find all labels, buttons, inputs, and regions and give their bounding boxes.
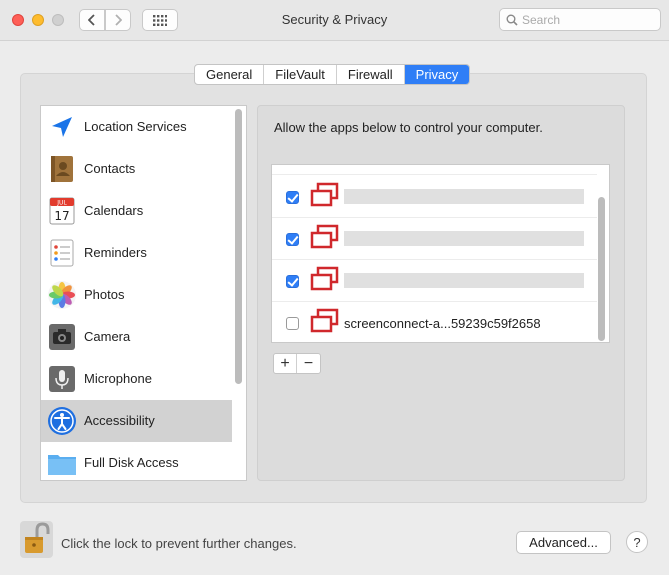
zoom-window-button[interactable] <box>52 14 64 26</box>
camera-icon <box>49 324 75 350</box>
add-remove-controls: + − <box>273 353 321 374</box>
show-all-button[interactable] <box>142 9 178 31</box>
sidebar-item-label: Contacts <box>84 161 136 176</box>
sidebar-item-contacts[interactable]: Contacts <box>41 148 232 190</box>
lock-icon[interactable] <box>20 521 53 558</box>
redacted-app-name <box>344 273 584 288</box>
sidebar-item-label: Photos <box>84 287 125 302</box>
microphone-icon <box>49 366 75 392</box>
app-checkbox[interactable] <box>286 317 299 330</box>
svg-text:JUL: JUL <box>56 200 67 207</box>
add-app-button[interactable]: + <box>274 354 297 373</box>
list-item[interactable] <box>272 218 597 260</box>
chevron-left-icon <box>88 14 95 26</box>
tab-bar: General FileVault Firewall Privacy <box>194 64 471 85</box>
back-button[interactable] <box>79 9 105 31</box>
sidebar-item-label: Reminders <box>84 245 147 260</box>
close-window-button[interactable] <box>12 14 24 26</box>
sidebar-scrollbar[interactable] <box>235 109 242 384</box>
sidebar-item-reminders[interactable]: Reminders <box>41 232 232 274</box>
app-icon <box>310 266 339 291</box>
app-list-scrollbar[interactable] <box>598 197 605 341</box>
list-item[interactable] <box>272 164 597 175</box>
chevron-right-icon <box>115 14 122 26</box>
folder-icon <box>48 455 76 475</box>
tab-privacy[interactable]: Privacy <box>404 65 470 84</box>
grid-icon <box>153 14 167 26</box>
list-item[interactable] <box>272 260 597 302</box>
title-bar: Security & Privacy <box>0 0 669 41</box>
description-text: Allow the apps below to control your com… <box>274 120 543 135</box>
reminders-list-icon <box>50 239 74 267</box>
app-checkbox[interactable] <box>286 275 299 288</box>
app-checkbox[interactable] <box>286 191 299 204</box>
sidebar-item-label: Camera <box>84 329 131 344</box>
sidebar-item-calendars[interactable]: JUL 17 Calendars <box>41 190 232 232</box>
svg-text:17: 17 <box>54 209 69 223</box>
redacted-app-name <box>344 189 584 204</box>
contacts-book-icon <box>51 156 73 182</box>
sidebar-item-microphone[interactable]: Microphone <box>41 358 232 400</box>
sidebar-item-camera[interactable]: Camera <box>41 316 232 358</box>
sidebar-item-label: Microphone <box>84 371 152 386</box>
app-checkbox[interactable] <box>286 233 299 246</box>
advanced-button[interactable]: Advanced... <box>516 531 611 554</box>
privacy-category-list[interactable]: Location Services Contacts JUL 17 Calend… <box>40 105 247 481</box>
sidebar-item-label: Full Disk Access <box>84 455 179 470</box>
app-name: screenconnect-a...59239c59f2658 <box>344 316 541 331</box>
tab-firewall[interactable]: Firewall <box>337 65 405 84</box>
app-icon <box>310 224 339 249</box>
sidebar-item-full-disk-access[interactable]: Full Disk Access <box>41 442 232 480</box>
app-list[interactable]: screenconnect-a...59239c59f2658 <box>271 164 610 343</box>
sidebar-item-location-services[interactable]: Location Services <box>41 106 232 148</box>
search-input[interactable] <box>522 11 656 28</box>
sidebar-item-label: Calendars <box>84 203 144 218</box>
redacted-app-name <box>344 231 584 246</box>
tab-filevault[interactable]: FileVault <box>264 65 337 84</box>
sidebar-item-label: Location Services <box>84 119 187 134</box>
list-item[interactable] <box>272 176 597 218</box>
minimize-window-button[interactable] <box>32 14 44 26</box>
photos-flower-icon <box>48 281 76 309</box>
list-item[interactable]: screenconnect-a...59239c59f2658 <box>272 302 597 342</box>
search-field[interactable] <box>499 8 661 31</box>
sidebar-item-accessibility[interactable]: Accessibility <box>41 400 232 442</box>
forward-button[interactable] <box>105 9 131 31</box>
remove-app-button[interactable]: − <box>297 354 320 373</box>
calendar-icon: JUL 17 <box>49 197 75 225</box>
lock-status-text: Click the lock to prevent further change… <box>61 536 297 551</box>
sidebar-item-photos[interactable]: Photos <box>41 274 232 316</box>
search-icon <box>506 14 518 26</box>
sidebar-item-label: Accessibility <box>84 413 155 428</box>
app-icon <box>310 308 339 333</box>
app-icon <box>310 182 339 207</box>
app-icon <box>308 164 340 167</box>
help-button[interactable]: ? <box>626 531 648 553</box>
tab-general[interactable]: General <box>195 65 265 84</box>
location-arrow-icon <box>52 117 72 137</box>
accessibility-icon <box>48 407 76 435</box>
